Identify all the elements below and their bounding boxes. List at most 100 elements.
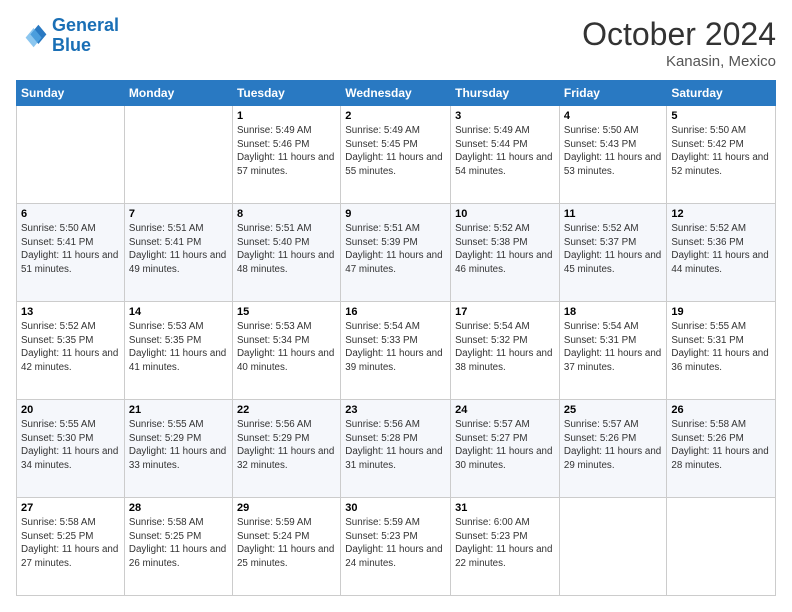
day-info: Sunrise: 5:51 AM Sunset: 5:39 PM Dayligh…: [345, 222, 446, 277]
day-info: Sunrise: 5:59 AM Sunset: 5:23 PM Dayligh…: [345, 516, 446, 571]
day-info: Sunrise: 5:52 AM Sunset: 5:36 PM Dayligh…: [671, 222, 771, 277]
day-number: 12: [671, 208, 771, 220]
weekday-header: Tuesday: [232, 81, 340, 106]
weekday-header: Thursday: [451, 81, 560, 106]
day-number: 28: [129, 502, 228, 514]
day-number: 2: [345, 110, 446, 122]
day-info: Sunrise: 5:49 AM Sunset: 5:45 PM Dayligh…: [345, 124, 446, 179]
calendar-cell: 1 Sunrise: 5:49 AM Sunset: 5:46 PM Daylig…: [232, 106, 340, 204]
day-number: 19: [671, 306, 771, 318]
weekday-header-row: SundayMondayTuesdayWednesdayThursdayFrid…: [17, 81, 776, 106]
day-number: 30: [345, 502, 446, 514]
page: General Blue October 2024 Kanasin, Mexic…: [0, 0, 792, 612]
day-info: Sunrise: 5:58 AM Sunset: 5:26 PM Dayligh…: [671, 418, 771, 473]
weekday-header: Friday: [559, 81, 666, 106]
day-number: 1: [237, 110, 336, 122]
month-title: October 2024: [582, 16, 776, 53]
day-number: 5: [671, 110, 771, 122]
calendar-cell: 17 Sunrise: 5:54 AM Sunset: 5:32 PM Dayli…: [451, 302, 560, 400]
day-info: Sunrise: 5:57 AM Sunset: 5:27 PM Dayligh…: [455, 418, 555, 473]
day-number: 7: [129, 208, 228, 220]
day-info: Sunrise: 5:58 AM Sunset: 5:25 PM Dayligh…: [21, 516, 120, 571]
day-info: Sunrise: 5:55 AM Sunset: 5:31 PM Dayligh…: [671, 320, 771, 375]
day-info: Sunrise: 5:49 AM Sunset: 5:46 PM Dayligh…: [237, 124, 336, 179]
weekday-header: Monday: [124, 81, 232, 106]
calendar-cell: 6 Sunrise: 5:50 AM Sunset: 5:41 PM Daylig…: [17, 204, 125, 302]
title-block: October 2024 Kanasin, Mexico: [582, 16, 776, 70]
day-info: Sunrise: 5:53 AM Sunset: 5:35 PM Dayligh…: [129, 320, 228, 375]
day-number: 4: [564, 110, 662, 122]
calendar-cell: 16 Sunrise: 5:54 AM Sunset: 5:33 PM Dayli…: [341, 302, 451, 400]
calendar-cell: 18Sunrise: 5:54 AM Sunset: 5:31 PM Dayli…: [559, 302, 666, 400]
day-info: Sunrise: 5:57 AM Sunset: 5:26 PM Dayligh…: [564, 418, 662, 473]
calendar-cell: 4 Sunrise: 5:50 AM Sunset: 5:43 PM Daylig…: [559, 106, 666, 204]
day-info: Sunrise: 5:59 AM Sunset: 5:24 PM Dayligh…: [237, 516, 336, 571]
day-info: Sunrise: 5:55 AM Sunset: 5:29 PM Dayligh…: [129, 418, 228, 473]
day-number: 26: [671, 404, 771, 416]
calendar-week-row: 20 Sunrise: 5:55 AM Sunset: 5:30 PM Dayli…: [17, 400, 776, 498]
day-info: Sunrise: 5:52 AM Sunset: 5:37 PM Dayligh…: [564, 222, 662, 277]
calendar-cell: 3 Sunrise: 5:49 AM Sunset: 5:44 PM Daylig…: [451, 106, 560, 204]
day-number: 24: [455, 404, 555, 416]
weekday-header: Sunday: [17, 81, 125, 106]
header: General Blue October 2024 Kanasin, Mexic…: [16, 16, 776, 70]
calendar-cell: 24 Sunrise: 5:57 AM Sunset: 5:27 PM Dayli…: [451, 400, 560, 498]
weekday-header: Wednesday: [341, 81, 451, 106]
day-info: Sunrise: 5:52 AM Sunset: 5:35 PM Dayligh…: [21, 320, 120, 375]
day-number: 14: [129, 306, 228, 318]
calendar-week-row: 13Sunrise: 5:52 AM Sunset: 5:35 PM Dayli…: [17, 302, 776, 400]
calendar-cell: 26 Sunrise: 5:58 AM Sunset: 5:26 PM Dayli…: [667, 400, 776, 498]
day-number: 20: [21, 404, 120, 416]
calendar-week-row: 1 Sunrise: 5:49 AM Sunset: 5:46 PM Daylig…: [17, 106, 776, 204]
calendar-cell: 10Sunrise: 5:52 AM Sunset: 5:38 PM Dayli…: [451, 204, 560, 302]
calendar-cell: 12 Sunrise: 5:52 AM Sunset: 5:36 PM Dayli…: [667, 204, 776, 302]
day-number: 8: [237, 208, 336, 220]
calendar-cell: 25 Sunrise: 5:57 AM Sunset: 5:26 PM Dayli…: [559, 400, 666, 498]
day-info: Sunrise: 5:54 AM Sunset: 5:32 PM Dayligh…: [455, 320, 555, 375]
location: Kanasin, Mexico: [582, 53, 776, 70]
day-info: Sunrise: 6:00 AM Sunset: 5:23 PM Dayligh…: [455, 516, 555, 571]
day-number: 22: [237, 404, 336, 416]
day-number: 16: [345, 306, 446, 318]
day-info: Sunrise: 5:55 AM Sunset: 5:30 PM Dayligh…: [21, 418, 120, 473]
calendar-cell: 13Sunrise: 5:52 AM Sunset: 5:35 PM Dayli…: [17, 302, 125, 400]
calendar-cell: 22 Sunrise: 5:56 AM Sunset: 5:29 PM Dayli…: [232, 400, 340, 498]
day-number: 17: [455, 306, 555, 318]
day-info: Sunrise: 5:50 AM Sunset: 5:42 PM Dayligh…: [671, 124, 771, 179]
day-info: Sunrise: 5:54 AM Sunset: 5:33 PM Dayligh…: [345, 320, 446, 375]
day-info: Sunrise: 5:50 AM Sunset: 5:41 PM Dayligh…: [21, 222, 120, 277]
day-number: 3: [455, 110, 555, 122]
day-number: 21: [129, 404, 228, 416]
calendar-cell: 21 Sunrise: 5:55 AM Sunset: 5:29 PM Dayli…: [124, 400, 232, 498]
calendar-cell: 7Sunrise: 5:51 AM Sunset: 5:41 PM Daylig…: [124, 204, 232, 302]
day-info: Sunrise: 5:53 AM Sunset: 5:34 PM Dayligh…: [237, 320, 336, 375]
logo-icon: [16, 20, 48, 52]
day-info: Sunrise: 5:58 AM Sunset: 5:25 PM Dayligh…: [129, 516, 228, 571]
day-info: Sunrise: 5:49 AM Sunset: 5:44 PM Dayligh…: [455, 124, 555, 179]
day-number: 15: [237, 306, 336, 318]
day-number: 31: [455, 502, 555, 514]
calendar-cell: 28 Sunrise: 5:58 AM Sunset: 5:25 PM Dayli…: [124, 498, 232, 596]
calendar-cell: 30 Sunrise: 5:59 AM Sunset: 5:23 PM Dayli…: [341, 498, 451, 596]
calendar-cell: 9 Sunrise: 5:51 AM Sunset: 5:39 PM Daylig…: [341, 204, 451, 302]
calendar-cell: 20 Sunrise: 5:55 AM Sunset: 5:30 PM Dayli…: [17, 400, 125, 498]
day-number: 10: [455, 208, 555, 220]
calendar-cell: 2 Sunrise: 5:49 AM Sunset: 5:45 PM Daylig…: [341, 106, 451, 204]
weekday-header: Saturday: [667, 81, 776, 106]
day-info: Sunrise: 5:54 AM Sunset: 5:31 PM Dayligh…: [564, 320, 662, 375]
day-info: Sunrise: 5:56 AM Sunset: 5:29 PM Dayligh…: [237, 418, 336, 473]
day-info: Sunrise: 5:56 AM Sunset: 5:28 PM Dayligh…: [345, 418, 446, 473]
calendar-cell: 27 Sunrise: 5:58 AM Sunset: 5:25 PM Dayli…: [17, 498, 125, 596]
day-number: 29: [237, 502, 336, 514]
day-number: 25: [564, 404, 662, 416]
calendar-cell: 19 Sunrise: 5:55 AM Sunset: 5:31 PM Dayli…: [667, 302, 776, 400]
day-number: 27: [21, 502, 120, 514]
day-number: 9: [345, 208, 446, 220]
calendar-week-row: 6 Sunrise: 5:50 AM Sunset: 5:41 PM Daylig…: [17, 204, 776, 302]
calendar-cell: 11Sunrise: 5:52 AM Sunset: 5:37 PM Dayli…: [559, 204, 666, 302]
day-number: 6: [21, 208, 120, 220]
calendar-cell: [667, 498, 776, 596]
calendar-cell: [559, 498, 666, 596]
calendar-cell: [124, 106, 232, 204]
day-info: Sunrise: 5:50 AM Sunset: 5:43 PM Dayligh…: [564, 124, 662, 179]
